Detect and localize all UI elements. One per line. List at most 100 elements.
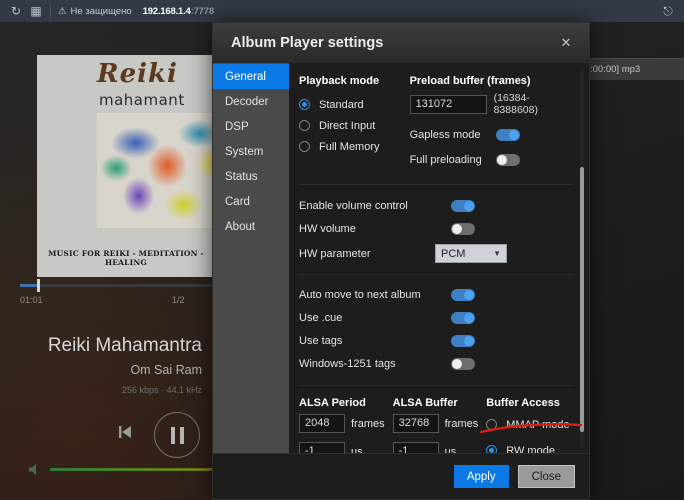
- windows-1251-tags-label: Windows-1251 tags: [299, 358, 396, 370]
- alsa-period-heading: ALSA Period: [299, 397, 366, 409]
- toggle-row-auto-move[interactable]: Auto move to next album: [299, 285, 573, 305]
- toggle-knob: [496, 155, 507, 165]
- chevron-down-icon: ▼: [493, 249, 501, 258]
- toggle-row-full-preloading[interactable]: Full preloading: [410, 150, 573, 170]
- full-preloading-label: Full preloading: [409, 154, 482, 166]
- browser-toolbar: ↻ ▦ ⚠ Не защищено 192.168.1.4:7778 ⎋: [0, 0, 684, 22]
- settings-panel-general: Playback mode Standard Direct Input Full…: [289, 63, 589, 453]
- hw-volume-label: HW volume: [299, 223, 356, 235]
- settings-dialog: Album Player settings ✕ General Decoder …: [212, 22, 590, 500]
- section-alsa: ALSA Period 2048 frames -1 us ALSA Buffe…: [299, 394, 573, 453]
- sidebar-item-label: Card: [225, 195, 250, 208]
- enable-volume-toggle[interactable]: [451, 200, 475, 212]
- warning-triangle-icon: ⚠: [58, 5, 67, 17]
- album-cover-art[interactable]: Reiki mahamant MUSIC FOR REIKI - MEDITAT…: [37, 55, 215, 277]
- alsa-buffer-frames-row: 32768 frames: [392, 414, 479, 433]
- previous-track-icon[interactable]: [116, 423, 134, 446]
- gapless-mode-label: Gapless mode: [409, 129, 481, 141]
- radio-direct-input-indicator: [299, 120, 310, 131]
- radio-mmap-mode-label: MMAP mode: [506, 418, 570, 431]
- alsa-buffer-frames-input[interactable]: 32768: [392, 414, 439, 433]
- panel-scrollbar-thumb[interactable]: [580, 167, 584, 432]
- use-tags-label: Use tags: [299, 335, 343, 347]
- url-bar[interactable]: 192.168.1.4:7778: [143, 6, 215, 17]
- dialog-footer: Apply Close: [213, 453, 589, 499]
- playback-mode-heading: Playback mode: [299, 75, 380, 87]
- radio-standard[interactable]: Standard: [299, 94, 410, 115]
- security-status-chip[interactable]: ⚠ Не защищено: [58, 6, 132, 17]
- close-icon[interactable]: ✕: [557, 34, 575, 52]
- sidebar-item-system[interactable]: System: [213, 139, 289, 164]
- apps-grid-icon[interactable]: ▦: [26, 1, 46, 21]
- reload-icon[interactable]: ↻: [6, 1, 26, 21]
- apply-button[interactable]: Apply: [453, 465, 509, 488]
- radio-full-memory[interactable]: Full Memory: [299, 136, 410, 157]
- row-hw-parameter: HW parameter PCM ▼: [299, 243, 573, 264]
- alsa-buffer-frames-unit: frames: [444, 417, 479, 430]
- sidebar-item-decoder[interactable]: Decoder: [213, 89, 289, 114]
- radio-standard-label: Standard: [319, 98, 364, 111]
- full-preloading-toggle[interactable]: [495, 154, 520, 166]
- toggle-knob: [452, 224, 462, 234]
- auto-move-toggle[interactable]: [451, 289, 475, 301]
- use-tags-toggle[interactable]: [451, 335, 475, 347]
- preload-buffer-input[interactable]: 131072: [409, 94, 487, 114]
- sidebar-item-label: DSP: [225, 120, 249, 133]
- track-title: Reiki Mahamantra: [47, 335, 202, 356]
- alsa-buffer-us-input[interactable]: -1: [392, 442, 439, 453]
- open-external-icon[interactable]: ⎋: [658, 1, 678, 21]
- radio-rw-mode-indicator: [486, 445, 498, 453]
- hw-parameter-select[interactable]: PCM ▼: [435, 244, 507, 263]
- radio-rw-mode[interactable]: RW mode: [486, 440, 573, 453]
- section-volume: Enable volume control HW volume HW param…: [299, 193, 573, 264]
- hw-volume-toggle[interactable]: [451, 223, 475, 235]
- toggle-row-hw-volume[interactable]: HW volume: [299, 219, 573, 239]
- alsa-period-us-row: -1 us: [299, 442, 385, 453]
- radio-full-memory-label: Full Memory: [319, 140, 380, 153]
- toggle-row-use-cue[interactable]: Use .cue: [299, 308, 573, 328]
- radio-direct-input-label: Direct Input: [319, 119, 376, 132]
- speaker-icon[interactable]: [28, 463, 42, 481]
- pause-button[interactable]: [154, 412, 200, 458]
- toggle-row-enable-volume[interactable]: Enable volume control: [299, 196, 573, 216]
- sidebar-item-status[interactable]: Status: [213, 164, 289, 189]
- alsa-buffer-us-row: -1 us: [392, 442, 479, 453]
- sidebar-item-label: About: [225, 220, 256, 233]
- sidebar-item-label: System: [225, 145, 264, 158]
- alsa-period-frames-row: 2048 frames: [299, 414, 385, 433]
- gapless-mode-toggle[interactable]: [495, 129, 520, 141]
- buffer-access-group: Buffer Access MMAP mode RW mode: [486, 397, 573, 453]
- toggle-row-win1251[interactable]: Windows-1251 tags: [299, 354, 573, 374]
- enable-volume-label: Enable volume control: [299, 200, 408, 212]
- radio-rw-mode-label: RW mode: [506, 444, 555, 454]
- sidebar-item-general[interactable]: General: [213, 64, 289, 89]
- windows-1251-tags-toggle[interactable]: [451, 358, 475, 370]
- sidebar-item-dsp[interactable]: DSP: [213, 114, 289, 139]
- sidebar-item-about[interactable]: About: [213, 214, 289, 239]
- toggle-row-gapless[interactable]: Gapless mode: [410, 125, 573, 145]
- sidebar-item-label: General: [225, 70, 266, 83]
- cover-subtitle-text: mahamant: [99, 91, 185, 109]
- cover-artwork-illustration: [97, 113, 215, 228]
- toggle-knob: [464, 201, 474, 211]
- use-cue-toggle[interactable]: [451, 312, 475, 324]
- seek-handle[interactable]: [37, 279, 40, 292]
- alsa-buffer-group: ALSA Buffer 32768 frames -1 us: [392, 397, 479, 453]
- section-divider: [299, 274, 573, 275]
- alsa-period-us-input[interactable]: -1: [299, 442, 345, 453]
- toolbar-right-group: ⎋: [658, 1, 678, 21]
- toggle-knob: [464, 290, 474, 300]
- alsa-period-frames-input[interactable]: 2048: [299, 414, 345, 433]
- toggle-row-use-tags[interactable]: Use tags: [299, 331, 573, 351]
- album-cover-inner: Reiki mahamant MUSIC FOR REIKI - MEDITAT…: [37, 55, 215, 277]
- dialog-body: General Decoder DSP System Status Card A…: [213, 63, 589, 453]
- close-button[interactable]: Close: [517, 465, 575, 488]
- section-playback-mode: Playback mode Standard Direct Input Full…: [299, 75, 573, 170]
- radio-mmap-mode[interactable]: MMAP mode: [486, 414, 573, 435]
- dialog-titlebar[interactable]: Album Player settings ✕: [213, 23, 589, 63]
- playback-mode-group: Playback mode Standard Direct Input Full…: [299, 75, 410, 170]
- settings-sidebar: General Decoder DSP System Status Card A…: [213, 63, 289, 453]
- elapsed-time-label: 01:01: [20, 295, 43, 305]
- sidebar-item-card[interactable]: Card: [213, 189, 289, 214]
- radio-direct-input[interactable]: Direct Input: [299, 115, 410, 136]
